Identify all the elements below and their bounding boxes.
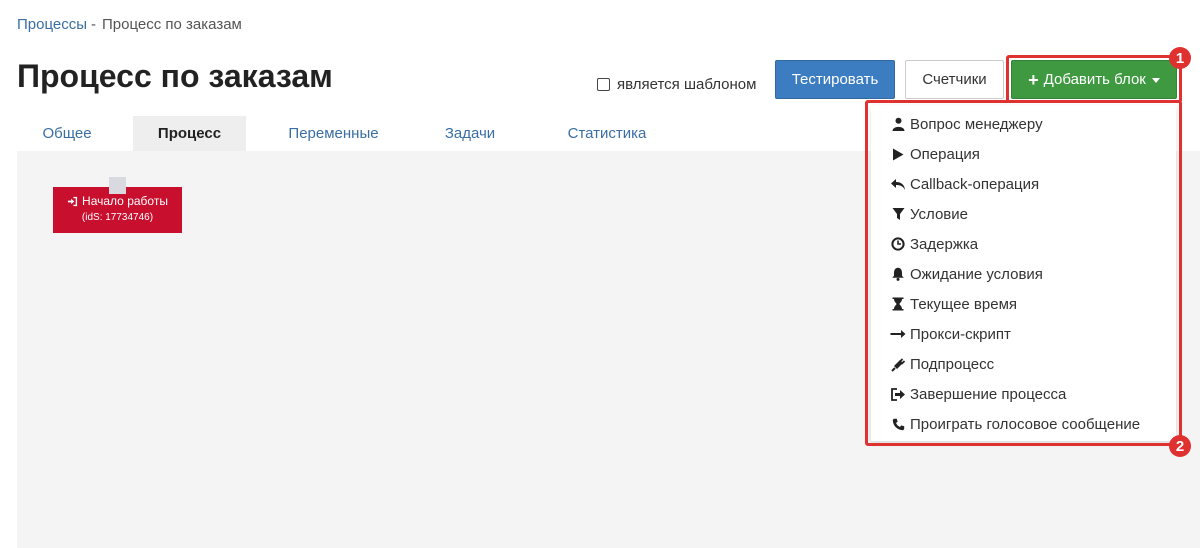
menu-item-label: Условие xyxy=(910,205,968,223)
start-block-title: Начало работы xyxy=(82,194,168,208)
start-block-ids: (idS: 17734746) xyxy=(81,212,154,223)
menu-item-manager-question[interactable]: Вопрос менеджеру xyxy=(871,109,1176,139)
add-block-button[interactable]: + Добавить блок xyxy=(1011,60,1177,99)
menu-item-end-process[interactable]: Завершение процесса xyxy=(871,379,1176,409)
template-checkbox[interactable] xyxy=(597,78,610,91)
menu-item-delay[interactable]: Задержка xyxy=(871,229,1176,259)
phone-icon xyxy=(890,416,906,432)
annotation-marker-1: 1 xyxy=(1169,47,1191,69)
menu-item-subprocess[interactable]: Подпроцесс xyxy=(871,349,1176,379)
tab-statistics[interactable]: Статистика xyxy=(547,116,667,151)
breadcrumb: Процессы - Процесс по заказам xyxy=(17,16,242,33)
menu-item-label: Текущее время xyxy=(910,295,1018,313)
hourglass-icon xyxy=(890,296,906,312)
tab-tasks[interactable]: Задачи xyxy=(425,116,515,151)
menu-item-label: Вопрос менеджеру xyxy=(910,115,1043,133)
clock-icon xyxy=(890,236,906,252)
menu-item-label: Callback-операция xyxy=(910,175,1040,193)
user-icon xyxy=(890,116,906,132)
annotation-marker-2: 2 xyxy=(1169,435,1191,457)
tab-variables[interactable]: Переменные xyxy=(271,116,396,151)
tab-process[interactable]: Процесс xyxy=(133,116,246,151)
reply-icon xyxy=(890,176,906,192)
breadcrumb-link-processes[interactable]: Процессы xyxy=(17,16,87,33)
plus-icon: + xyxy=(1028,69,1039,90)
menu-item-label: Операция xyxy=(910,145,980,163)
sign-out-icon xyxy=(890,386,906,402)
caret-down-icon xyxy=(1151,78,1160,83)
menu-item-label: Задержка xyxy=(910,235,979,253)
counters-button[interactable]: Счетчики xyxy=(905,60,1004,99)
play-icon xyxy=(890,146,906,162)
connector-handle[interactable] xyxy=(109,177,126,194)
breadcrumb-current: Процесс по заказам xyxy=(102,16,242,33)
menu-item-label: Проиграть голосовое сообщение xyxy=(910,415,1141,433)
filter-icon xyxy=(890,206,906,222)
start-block-title-row: Начало работы xyxy=(53,194,182,208)
add-block-label: Добавить блок xyxy=(1043,71,1146,88)
menu-item-label: Прокси-скрипт xyxy=(910,325,1011,343)
menu-item-condition[interactable]: Условие xyxy=(871,199,1176,229)
test-button[interactable]: Тестировать xyxy=(775,60,895,99)
menu-item-proxy-script[interactable]: Прокси-скрипт xyxy=(871,319,1176,349)
plug-icon xyxy=(890,356,906,372)
menu-item-callback-operation[interactable]: Callback-операция xyxy=(871,169,1176,199)
add-block-menu: Вопрос менеджеру Операция Callback-опера… xyxy=(871,105,1176,441)
menu-item-label: Ожидание условия xyxy=(910,265,1043,283)
menu-item-label: Завершение процесса xyxy=(910,385,1067,403)
tab-general[interactable]: Общее xyxy=(17,116,117,151)
template-checkbox-label: является шаблоном xyxy=(617,76,757,93)
breadcrumb-separator: - xyxy=(91,16,97,33)
sign-in-icon xyxy=(67,196,78,206)
template-checkbox-field[interactable]: является шаблоном xyxy=(597,76,756,93)
menu-item-current-time[interactable]: Текущее время xyxy=(871,289,1176,319)
bell-icon xyxy=(890,266,906,282)
tab-bar: Общее Процесс Переменные Задачи Статисти… xyxy=(17,116,857,151)
page-title: Процесс по заказам xyxy=(17,58,333,94)
menu-item-operation[interactable]: Операция xyxy=(871,139,1176,169)
menu-item-play-voice-message[interactable]: Проиграть голосовое сообщение xyxy=(871,409,1176,439)
menu-item-label: Подпроцесс xyxy=(910,355,995,373)
menu-item-wait-condition[interactable]: Ожидание условия xyxy=(871,259,1176,289)
arrow-right-icon xyxy=(890,326,906,342)
